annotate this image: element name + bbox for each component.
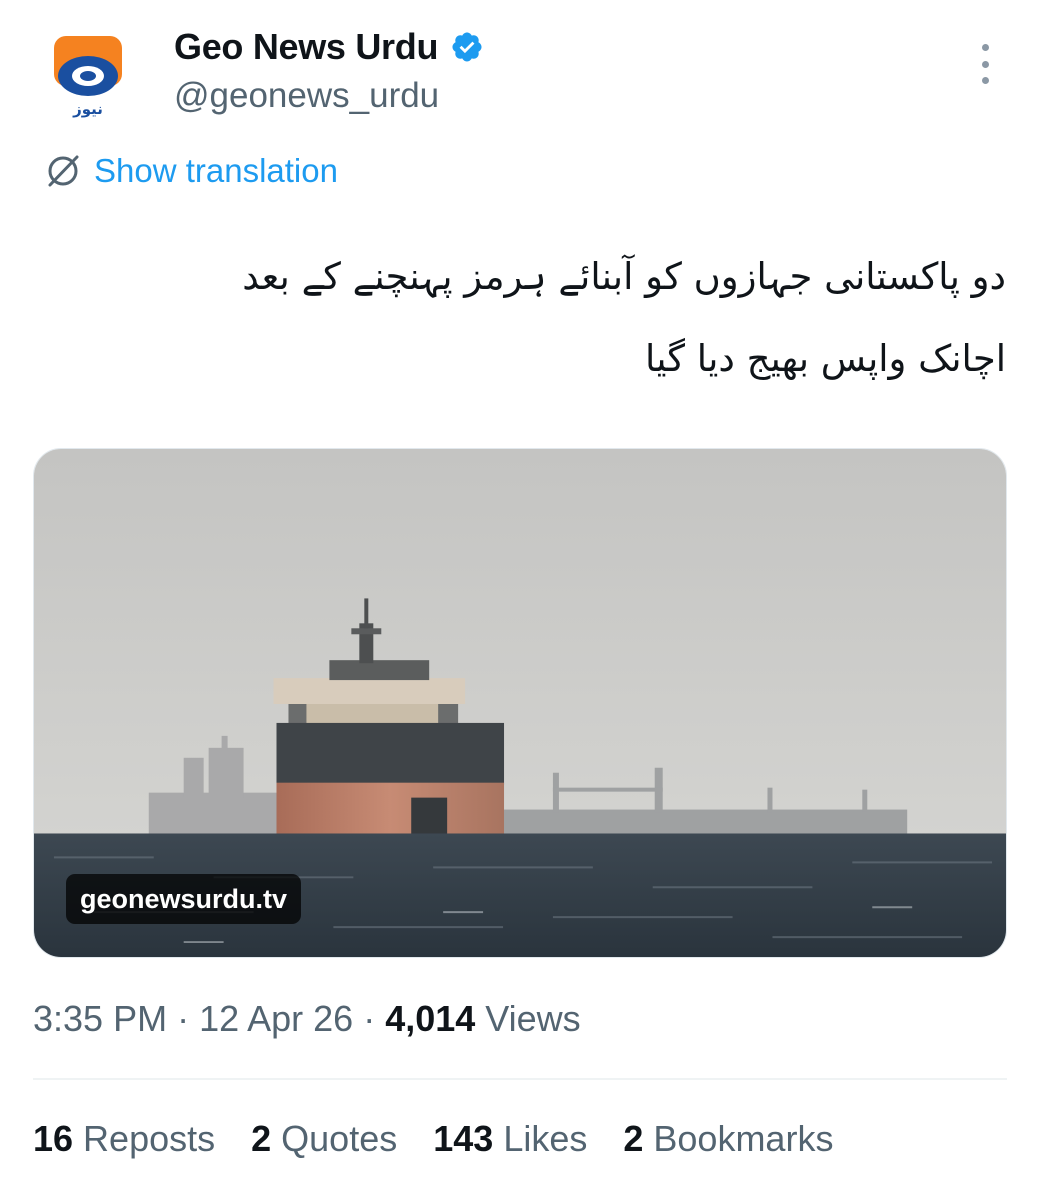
tweet-text-line: دو پاکستانی جہازوں کو آبنائے ہرمز پہنچنے… — [242, 255, 1006, 298]
show-translation-button[interactable]: Show translation — [44, 152, 338, 190]
more-dot — [981, 44, 989, 51]
tweet-media-image[interactable]: geonewsurdu.tv — [33, 448, 1007, 958]
more-options-icon[interactable] — [970, 44, 1000, 84]
tweet-time[interactable]: 3:35 PM — [33, 998, 167, 1039]
likes-stat[interactable]: 143 Likes — [433, 1118, 587, 1160]
meta-separator: · — [167, 998, 200, 1039]
reposts-stat[interactable]: 16 Reposts — [33, 1118, 215, 1160]
tweet-text-line: اچانک واپس بھیج دیا گیا — [644, 337, 1006, 380]
views-count: 4,014 — [385, 998, 476, 1039]
engagement-stats: 16 Reposts 2 Quotes 143 Likes 2 Bookmarks — [33, 1118, 869, 1160]
bookmarks-stat[interactable]: 2 Bookmarks — [623, 1118, 833, 1160]
tweet-meta: 3:35 PM · 12 Apr 26 · 4,014 Views — [33, 998, 581, 1040]
tweet-text: دو پاکستانی جہازوں کو آبنائے ہرمز پہنچنے… — [34, 236, 1006, 400]
stat-label: Bookmarks — [653, 1118, 834, 1159]
stat-label: Likes — [503, 1118, 588, 1159]
quotes-stat[interactable]: 2 Quotes — [251, 1118, 397, 1160]
verified-badge-icon[interactable] — [450, 30, 484, 64]
stat-count: 2 — [251, 1118, 272, 1159]
show-translation-label: Show translation — [94, 152, 338, 189]
tweet-date[interactable]: 12 Apr 26 — [199, 998, 353, 1039]
stat-label: Reposts — [83, 1118, 216, 1159]
stat-count: 2 — [623, 1118, 644, 1159]
display-name[interactable]: Geo News Urdu — [174, 26, 438, 68]
stat-count: 16 — [33, 1118, 74, 1159]
stat-label: Quotes — [281, 1118, 398, 1159]
avatar-text: نیوز — [72, 100, 103, 118]
more-dot — [981, 60, 989, 68]
divider — [33, 1078, 1007, 1080]
more-dot — [981, 77, 989, 84]
media-watermark: geonewsurdu.tv — [66, 874, 302, 924]
globe-slash-icon — [48, 155, 79, 187]
name-row: Geo News Urdu — [174, 26, 484, 68]
tweet-header: نیوز Geo News Urdu @geonews_urdu — [0, 0, 1039, 140]
geo-news-logo-avatar[interactable]: نیوز — [50, 32, 126, 122]
meta-separator: · — [353, 998, 386, 1039]
account-handle[interactable]: @geonews_urdu — [174, 76, 439, 116]
views-label: Views — [475, 998, 581, 1039]
stat-count: 143 — [433, 1118, 494, 1159]
